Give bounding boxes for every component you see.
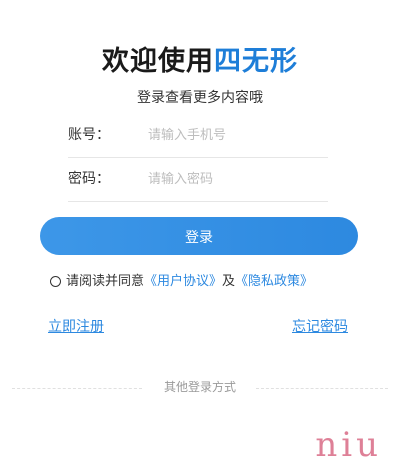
page-title: 欢迎使用四无形: [0, 44, 400, 80]
divider-right: [256, 388, 388, 389]
agreement-conjunction: 及: [222, 274, 236, 289]
login-page: 欢迎使用四无形 登录查看更多内容哦 账号： 密码： 登录 请阅读并同意《用户协议…: [0, 0, 400, 473]
agreement-row: 请阅读并同意《用户协议》及《隐私政策》: [50, 273, 313, 291]
user-agreement-link[interactable]: 《用户协议》: [144, 274, 222, 289]
register-link[interactable]: 立即注册: [48, 318, 104, 336]
account-input[interactable]: [148, 121, 324, 149]
login-button[interactable]: 登录: [40, 217, 358, 255]
password-input[interactable]: [148, 165, 324, 193]
privacy-policy-link[interactable]: 《隐私政策》: [235, 274, 313, 289]
watermark-logo: niu: [315, 425, 382, 465]
page-subtitle: 登录查看更多内容哦: [137, 90, 263, 106]
agreement-prefix: 请阅读并同意: [66, 274, 145, 289]
password-label: 密码：: [68, 171, 110, 187]
title-prefix: 欢迎使用: [102, 46, 214, 77]
agreement-radio[interactable]: [50, 276, 61, 287]
account-label: 账号：: [68, 127, 110, 143]
password-row: 密码：: [68, 157, 328, 202]
other-login-label: 其他登录方式: [163, 380, 236, 394]
brand-name: 四无形: [214, 46, 298, 77]
forgot-password-link[interactable]: 忘记密码: [292, 318, 348, 336]
account-row: 账号：: [68, 113, 328, 158]
